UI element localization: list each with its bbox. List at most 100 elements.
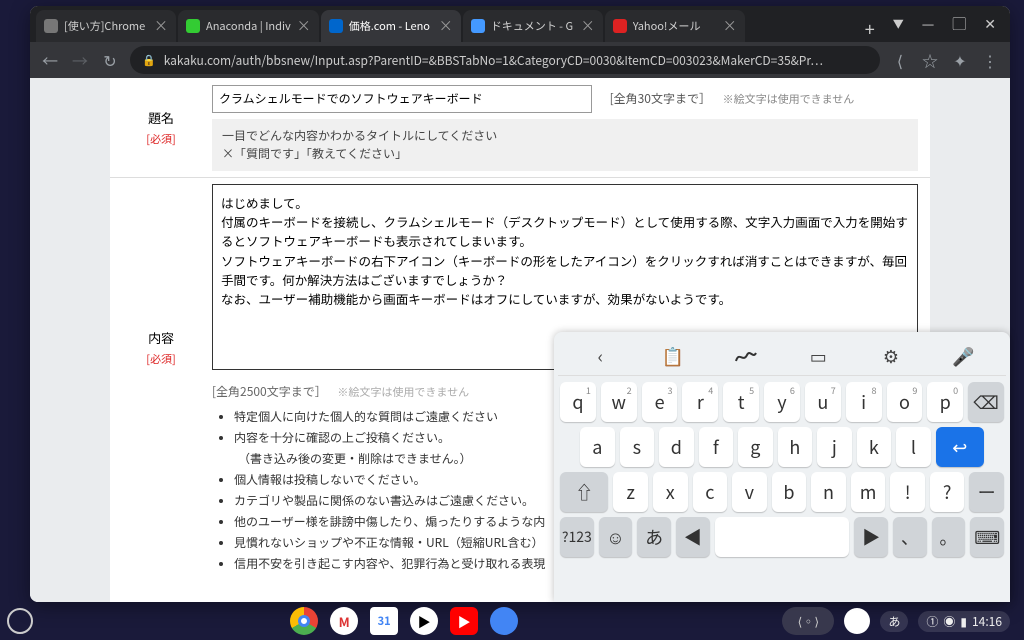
back-button[interactable]: ← [40,48,60,72]
dash-key[interactable]: ー [969,472,1004,512]
tab[interactable]: Anaconda | Indiv× [178,10,319,42]
key-z[interactable]: z [613,472,648,512]
tab-close-icon[interactable]: × [581,16,595,36]
key-v[interactable]: v [732,472,767,512]
hide-keyboard-key[interactable]: ⌨ [970,517,1004,557]
handwriting-icon[interactable] [732,342,760,370]
emoji-key[interactable]: ☺ [599,517,633,557]
comma-key[interactable]: 、 [893,517,927,557]
period-key[interactable]: 。 [932,517,966,557]
key-m[interactable]: m [851,472,886,512]
key-p[interactable]: p0 [927,382,963,422]
chrome-app-icon[interactable] [290,607,318,635]
tab-close-icon[interactable]: × [723,16,737,36]
content-charlimit: [全角2500文字まで］ [212,383,327,400]
key-u[interactable]: u7 [805,382,841,422]
youtube-app-icon[interactable]: ▶ [450,607,478,635]
title-row: 題名 [必須] [全角30文字まで］ ※絵文字は使用できません 一目でどんな内容… [110,78,930,178]
mic-icon[interactable]: 🎤 [950,342,978,370]
key-w[interactable]: w2 [601,382,637,422]
float-icon[interactable]: ▭ [804,342,832,370]
tab-close-icon[interactable]: × [297,16,311,36]
tab-favicon [471,19,485,33]
key-j[interactable]: j [817,427,852,467]
clock: 14:16 [972,613,1002,630]
key-d[interactable]: d [659,427,694,467]
tab-favicon [186,19,200,33]
title-guideline: 一目でどんな内容かわかるタイトルにしてください ×「質問です」「教えてください」 [212,119,918,171]
tab-favicon [44,19,58,33]
shelf-app-icon[interactable] [844,608,870,634]
close-button[interactable]: ✕ [984,14,996,34]
content-note: ※絵文字は使用できません [337,384,469,400]
key-l[interactable]: l [896,427,931,467]
tab[interactable]: [使い方]Chrome× [36,10,176,42]
bookmark-icon[interactable]: ☆ [920,48,940,72]
shelf: M 31 ▶ ▶ ⟨◦⟩ あ ① ◉ ▮ 14:16 [0,602,1024,640]
key-n[interactable]: n [811,472,846,512]
key-e[interactable]: e3 [642,382,678,422]
window-controls: ▼ — ▢ ✕ [883,14,1010,42]
ime-indicator[interactable]: あ [880,611,908,632]
content-label: 内容 [148,328,174,347]
key-r[interactable]: r4 [682,382,718,422]
key-y[interactable]: y6 [764,382,800,422]
new-tab-button[interactable]: + [857,16,883,42]
key-q[interactable]: q1 [560,382,596,422]
virtual-keyboard: ‹ 📋 ▭ ⚙ 🎤 q1w2e3r4t5y6u7i8o9p0⌫ asdfghjk… [554,332,1010,602]
required-badge: [必須] [134,351,188,367]
right-key[interactable]: ▶ [854,517,888,557]
tab-title: ドキュメント - G [491,18,575,34]
key-x[interactable]: x [653,472,688,512]
stylus-tools-icon[interactable]: ⟨◦⟩ [782,607,834,635]
address-bar[interactable]: 🔒 kakaku.com/auth/bbsnew/Input.asp?Paren… [130,46,880,74]
key-i[interactable]: i8 [846,382,882,422]
lang-key[interactable]: あ [637,517,671,557]
titlebar: [使い方]Chrome×Anaconda | Indiv×価格.com - Le… [30,6,1010,42]
backspace-key[interactable]: ⌫ [968,382,1004,422]
gmail-app-icon[interactable]: M [330,607,358,635]
notification-icon: ① [926,613,938,630]
reload-button[interactable]: ↻ [100,48,120,72]
key-![interactable]: ! [890,472,925,512]
maximize-button[interactable]: ▢ [952,14,966,34]
launcher-button[interactable] [7,608,33,634]
symbols-key[interactable]: ?123 [560,517,594,557]
key-k[interactable]: k [857,427,892,467]
space-key[interactable] [715,517,850,557]
forward-button[interactable]: → [70,48,90,72]
key-o[interactable]: o9 [887,382,923,422]
tab[interactable]: 価格.com - Leno× [321,10,461,42]
tab[interactable]: Yahoo!メール× [605,10,745,42]
tab-close-icon[interactable]: × [154,16,168,36]
files-app-icon[interactable] [490,607,518,635]
key-g[interactable]: g [738,427,773,467]
settings-icon[interactable]: ⚙ [877,342,905,370]
share-icon[interactable]: ⟨ [890,48,910,72]
kb-back-icon[interactable]: ‹ [586,342,614,370]
enter-key[interactable]: ↩ [936,427,984,467]
key-c[interactable]: c [693,472,728,512]
key-b[interactable]: b [772,472,807,512]
key-h[interactable]: h [778,427,813,467]
key-?[interactable]: ? [930,472,965,512]
key-t[interactable]: t5 [723,382,759,422]
menu-icon[interactable]: ⋮ [980,48,1000,72]
extensions-icon[interactable]: ✦ [950,48,970,72]
wifi-icon: ◉ [943,613,955,630]
clipboard-icon[interactable]: 📋 [659,342,687,370]
tab-overflow-icon[interactable]: ▼ [893,16,904,32]
required-badge: [必須] [134,131,188,147]
shift-key[interactable]: ⇧ [560,472,608,512]
tab-close-icon[interactable]: × [439,16,453,36]
key-s[interactable]: s [620,427,655,467]
left-key[interactable]: ◀ [676,517,710,557]
key-f[interactable]: f [699,427,734,467]
tab[interactable]: ドキュメント - G × [463,10,603,42]
play-app-icon[interactable]: ▶ [410,607,438,635]
title-input[interactable] [212,85,592,113]
key-a[interactable]: a [580,427,615,467]
minimize-button[interactable]: — [922,14,935,34]
calendar-app-icon[interactable]: 31 [370,607,398,635]
status-tray[interactable]: ① ◉ ▮ 14:16 [918,611,1010,632]
